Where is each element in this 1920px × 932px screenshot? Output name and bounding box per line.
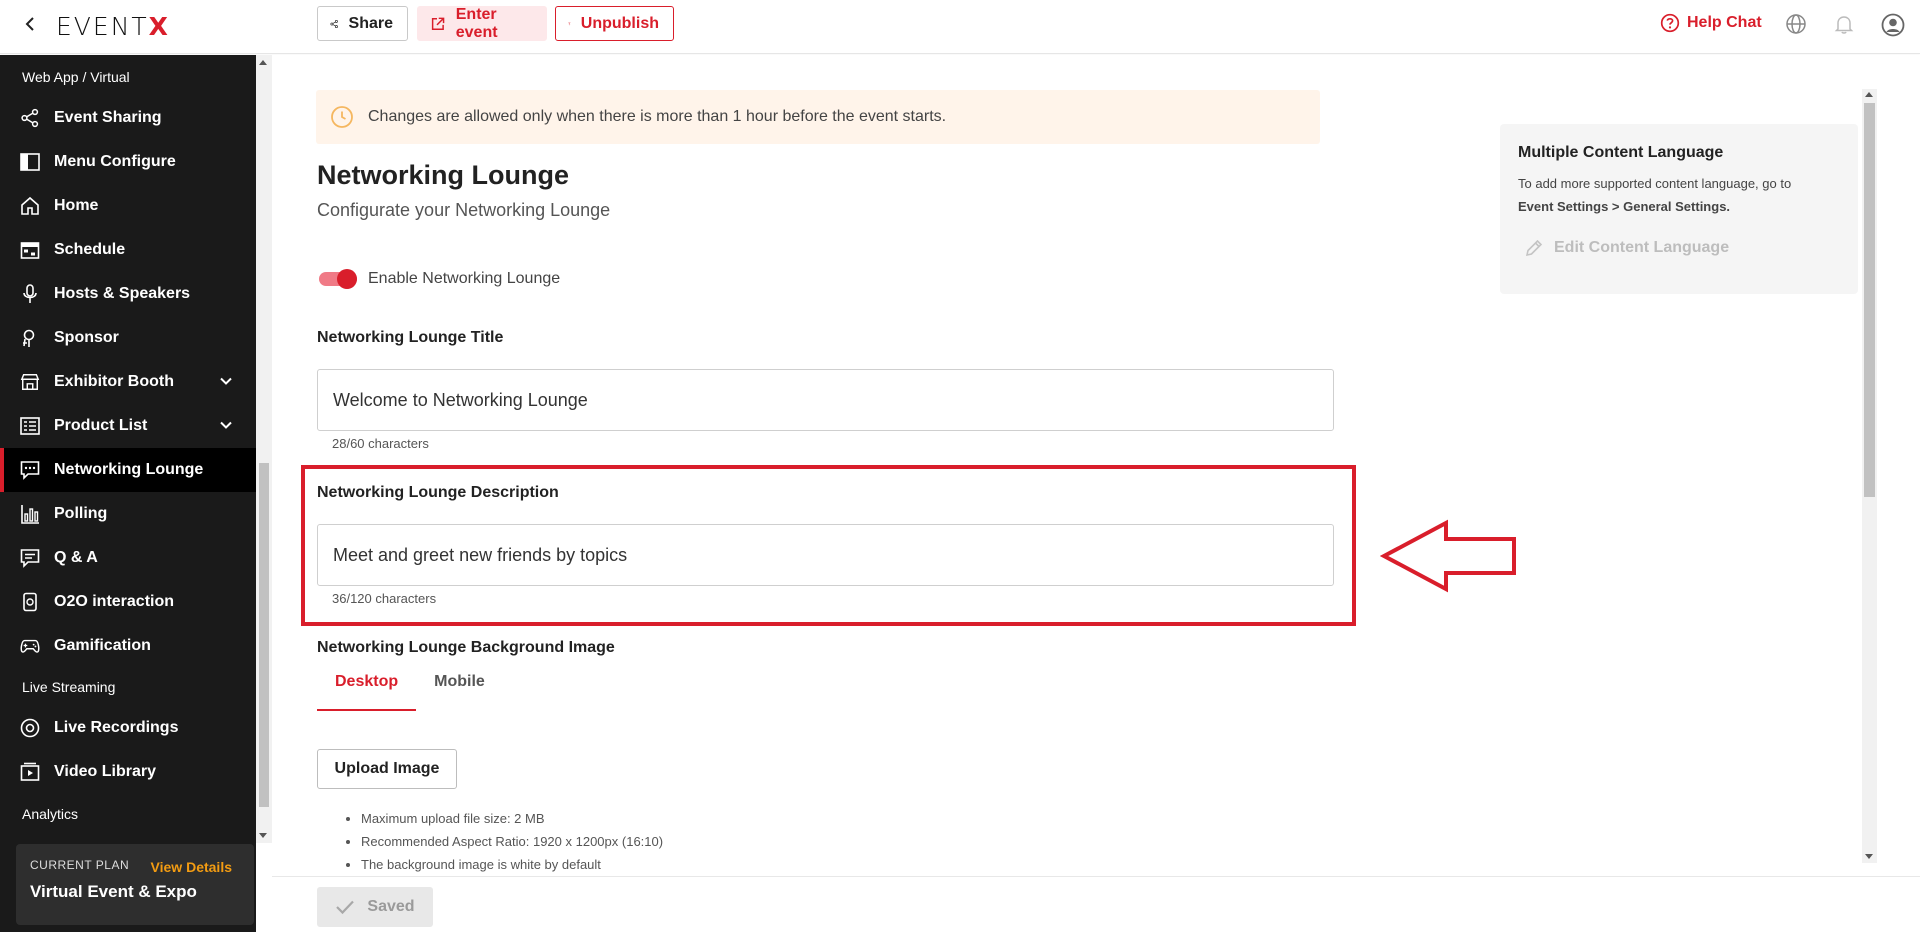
pencil-icon <box>1525 239 1543 257</box>
user-account-icon[interactable] <box>1881 13 1905 37</box>
left-arrow-annotation-icon <box>1380 519 1516 593</box>
multiple-content-language-card: Multiple Content Language To add more su… <box>1500 124 1858 294</box>
calendar-icon <box>20 240 40 260</box>
main-scrollbar-thumb[interactable] <box>1864 103 1875 497</box>
bar-chart-icon <box>20 504 40 524</box>
back-arrow-icon[interactable] <box>18 12 42 36</box>
sidebar-scrollbar[interactable] <box>256 55 272 843</box>
bottom-action-bar: Saved <box>272 876 1920 932</box>
main-content: Changes are allowed only when there is m… <box>272 55 1920 932</box>
edit-content-language-button[interactable]: Edit Content Language <box>1518 238 1840 258</box>
upload-image-button[interactable]: Upload Image <box>317 749 457 789</box>
sidebar-item-event-sharing[interactable]: Event Sharing <box>0 96 256 140</box>
help-circle-icon <box>1660 13 1680 33</box>
language-card-title: Multiple Content Language <box>1518 144 1724 161</box>
current-plan-card: CURRENT PLAN View Details Virtual Event … <box>16 844 254 925</box>
upload-requirements-list: Maximum upload file size: 2 MB Recommend… <box>361 807 663 876</box>
settings-path: Event Settings > General Settings. <box>1518 199 1731 214</box>
record-icon <box>20 718 40 738</box>
sidebar-item-o2o-interaction[interactable]: O2O interaction <box>0 580 256 624</box>
enter-event-button[interactable]: Enter event <box>417 6 547 41</box>
share-icon <box>20 108 40 128</box>
sidebar-item-product-list[interactable]: Product List <box>0 404 256 448</box>
enable-networking-label: Enable Networking Lounge <box>368 270 561 287</box>
sidebar-item-hosts-speakers[interactable]: Hosts & Speakers <box>0 272 256 316</box>
view-details-link[interactable]: View Details <box>151 859 232 875</box>
scroll-up-arrow-icon[interactable] <box>1865 92 1873 97</box>
title-char-count: 28/60 characters <box>332 436 429 451</box>
background-image-label: Networking Lounge Background Image <box>317 639 615 656</box>
list-item: Maximum upload file size: 2 MB <box>361 807 663 830</box>
qa-icon <box>20 548 40 568</box>
sidebar-item-live-recordings[interactable]: Live Recordings <box>0 706 256 750</box>
tab-desktop[interactable]: Desktop <box>317 673 417 711</box>
tab-mobile[interactable]: Mobile <box>416 673 503 711</box>
description-char-count: 36/120 characters <box>332 591 437 606</box>
sidebar: Web App / Virtual Event Sharing Menu Con… <box>0 55 256 932</box>
list-item: The background image is white by default <box>361 853 663 876</box>
language-card-description: To add more supported content language, … <box>1518 176 1792 214</box>
main-scrollbar[interactable] <box>1862 89 1877 863</box>
enable-networking-toggle[interactable] <box>317 269 359 289</box>
clock-icon <box>331 106 353 128</box>
globe-icon[interactable] <box>1785 13 1807 35</box>
page-title: Networking Lounge <box>317 160 569 190</box>
top-bar: EVENTX Share Enter event Unpublish Help … <box>0 0 1920 54</box>
sponsor-icon <box>20 328 40 348</box>
sidebar-item-menu-configure[interactable]: Menu Configure <box>0 140 256 184</box>
sidebar-item-exhibitor-booth[interactable]: Exhibitor Booth <box>0 360 256 404</box>
sidebar-item-qa[interactable]: Q & A <box>0 536 256 580</box>
share-button[interactable]: Share <box>317 6 408 41</box>
sidebar-item-polling[interactable]: Polling <box>0 492 256 536</box>
sidebar-section-live-streaming: Live Streaming <box>22 679 116 695</box>
page-subtitle: Configurate your Networking Lounge <box>317 200 611 220</box>
notice-banner: Changes are allowed only when there is m… <box>316 90 1320 144</box>
sidebar-scrollbar-thumb[interactable] <box>259 463 269 807</box>
sidebar-item-schedule[interactable]: Schedule <box>0 228 256 272</box>
share-icon <box>330 19 338 28</box>
chevron-down-icon[interactable] <box>218 417 234 438</box>
microphone-icon <box>20 284 40 304</box>
device-tabs: Desktop Mobile <box>317 673 503 711</box>
sidebar-nav: Web App / Virtual Event Sharing Menu Con… <box>0 55 256 839</box>
sidebar-item-video-library[interactable]: Video Library <box>0 750 256 794</box>
help-chat-button[interactable]: Help Chat <box>1660 13 1762 33</box>
chat-icon <box>20 460 40 480</box>
external-link-icon <box>431 17 445 30</box>
scroll-down-arrow-icon[interactable] <box>1865 854 1873 859</box>
checkmark-icon <box>336 900 355 915</box>
description-field-label: Networking Lounge Description <box>317 484 559 501</box>
upload-arrow-icon <box>568 22 571 25</box>
sidebar-item-networking-lounge[interactable]: Networking Lounge <box>0 448 256 492</box>
plan-name: Virtual Event & Expo <box>30 882 197 901</box>
title-field-label: Networking Lounge Title <box>317 329 504 346</box>
sidebar-item-home[interactable]: Home <box>0 184 256 228</box>
sidebar-item-sponsor[interactable]: Sponsor <box>0 316 256 360</box>
chevron-down-icon[interactable] <box>218 373 234 394</box>
store-icon <box>20 372 40 392</box>
phone-icon <box>20 592 40 612</box>
sidebar-section-web-app: Web App / Virtual <box>22 69 130 85</box>
home-icon <box>20 196 40 216</box>
unpublish-button[interactable]: Unpublish <box>555 6 674 41</box>
sidebar-section-analytics: Analytics <box>22 806 79 822</box>
list-item: Recommended Aspect Ratio: 1920 x 1200px … <box>361 830 663 853</box>
bell-icon[interactable] <box>1833 13 1855 35</box>
layout-icon <box>20 152 40 172</box>
scroll-down-arrow-icon[interactable] <box>259 833 267 838</box>
scroll-up-arrow-icon[interactable] <box>259 60 267 65</box>
description-input[interactable] <box>317 524 1334 586</box>
saved-button: Saved <box>317 887 433 927</box>
list-icon <box>20 416 40 436</box>
eventx-logo[interactable]: EVENTX <box>56 12 170 41</box>
gamepad-icon <box>20 636 40 656</box>
sidebar-item-gamification[interactable]: Gamification <box>0 624 256 668</box>
video-icon <box>20 762 40 782</box>
title-input[interactable] <box>317 369 1334 431</box>
